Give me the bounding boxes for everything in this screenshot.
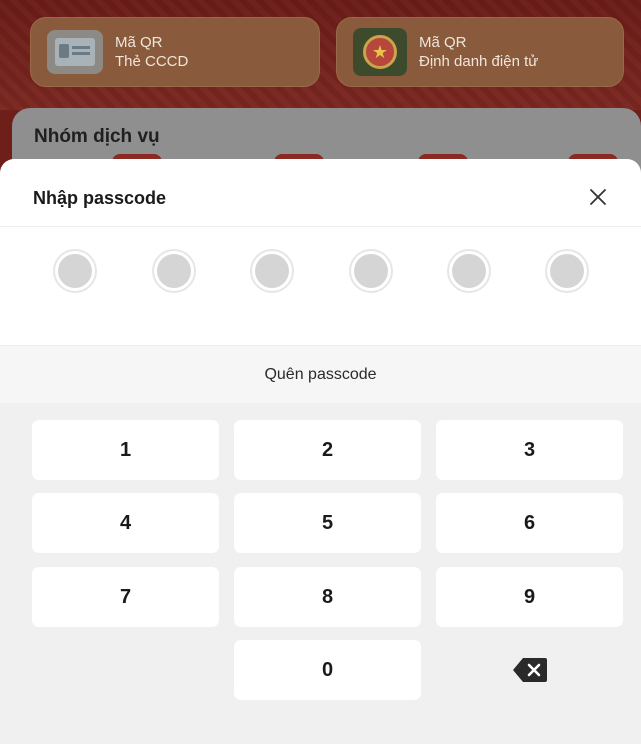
key-1[interactable]: 1	[32, 420, 219, 480]
forgot-passcode-button[interactable]: Quên passcode	[0, 345, 641, 403]
key-4[interactable]: 4	[32, 493, 219, 553]
passcode-dots	[0, 249, 641, 293]
id-card-icon	[47, 30, 103, 74]
passcode-dot	[152, 249, 196, 293]
numeric-keypad: 1 2 3 4 5 6 7 8 9 0	[0, 403, 641, 744]
app-background: Mã QR Thẻ CCCD ★ Mã QR Định danh điện tử	[0, 0, 641, 110]
qr-card-digital-id[interactable]: ★ Mã QR Định danh điện tử	[336, 17, 624, 87]
passcode-dot	[447, 249, 491, 293]
key-7[interactable]: 7	[32, 567, 219, 627]
passcode-dot	[349, 249, 393, 293]
key-3[interactable]: 3	[436, 420, 623, 480]
qr-card-title: Mã QR	[115, 34, 163, 51]
close-icon	[590, 189, 606, 205]
close-button[interactable]	[586, 185, 610, 209]
key-2[interactable]: 2	[234, 420, 421, 480]
service-group-title: Nhóm dịch vụ	[34, 126, 160, 147]
sheet-header: Nhập passcode	[0, 159, 641, 227]
passcode-dot	[250, 249, 294, 293]
key-5[interactable]: 5	[234, 493, 421, 553]
passcode-dot	[545, 249, 589, 293]
key-6[interactable]: 6	[436, 493, 623, 553]
backspace-icon	[512, 658, 547, 682]
key-0[interactable]: 0	[234, 640, 421, 700]
passcode-sheet: Nhập passcode Quên passcode 1 2 3 4 5 6 …	[0, 159, 641, 744]
national-emblem-icon: ★	[353, 28, 407, 76]
passcode-dot	[53, 249, 97, 293]
delete-button[interactable]	[436, 640, 623, 700]
qr-card-cccd[interactable]: Mã QR Thẻ CCCD	[30, 17, 320, 87]
key-8[interactable]: 8	[234, 567, 421, 627]
qr-card-title: Mã QR	[419, 34, 467, 51]
qr-card-subtitle: Định danh điện tử	[419, 53, 539, 70]
sheet-title: Nhập passcode	[33, 188, 167, 208]
key-9[interactable]: 9	[436, 567, 623, 627]
qr-card-subtitle: Thẻ CCCD	[115, 53, 189, 70]
